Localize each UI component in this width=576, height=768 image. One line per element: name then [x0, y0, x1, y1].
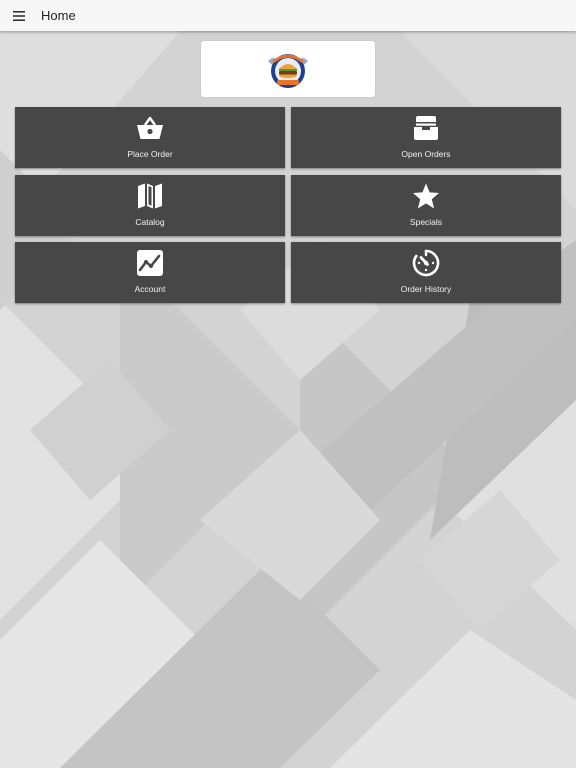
star-icon	[411, 181, 441, 211]
page-title: Home	[41, 8, 76, 23]
specials-label: Specials	[409, 217, 443, 227]
catalog-tile[interactable]: Catalog	[15, 175, 285, 236]
trending-chart-icon	[135, 248, 165, 278]
inbox-tray-icon	[411, 113, 441, 143]
account-tile[interactable]: Account	[15, 242, 285, 303]
clock-history-icon	[411, 248, 441, 278]
app-bar: Home	[0, 0, 576, 31]
order-history-label: Order History	[400, 284, 452, 294]
open-orders-label: Open Orders	[401, 149, 451, 159]
place-order-tile[interactable]: Place Order	[15, 107, 285, 168]
account-label: Account	[134, 284, 166, 294]
basket-icon	[135, 113, 165, 143]
order-history-tile[interactable]: Order History	[291, 242, 561, 303]
specials-tile[interactable]: Specials	[291, 175, 561, 236]
open-orders-tile[interactable]: Open Orders	[291, 107, 561, 168]
company-logo	[268, 54, 308, 88]
menu-button[interactable]	[8, 5, 30, 27]
company-logo-card	[201, 41, 375, 97]
hamburger-menu-icon	[13, 11, 25, 21]
place-order-label: Place Order	[127, 149, 173, 159]
catalog-label: Catalog	[135, 217, 165, 227]
map-icon	[135, 181, 165, 211]
